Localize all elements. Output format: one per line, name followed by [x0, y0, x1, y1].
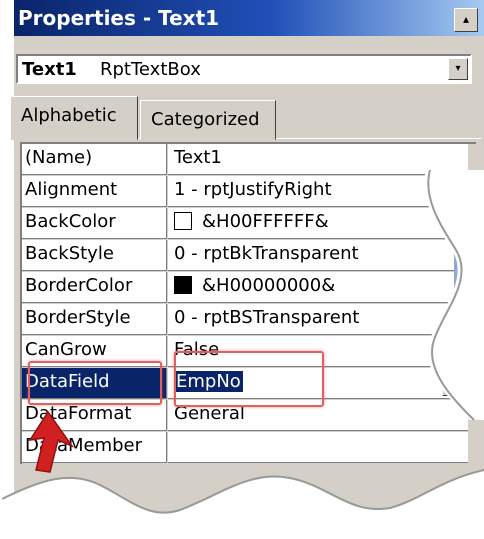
tab-alphabetic-label: Alphabetic: [21, 105, 117, 126]
annotation-arrow-icon: [28, 410, 75, 473]
tab-alphabetic[interactable]: Alphabetic: [10, 96, 138, 140]
